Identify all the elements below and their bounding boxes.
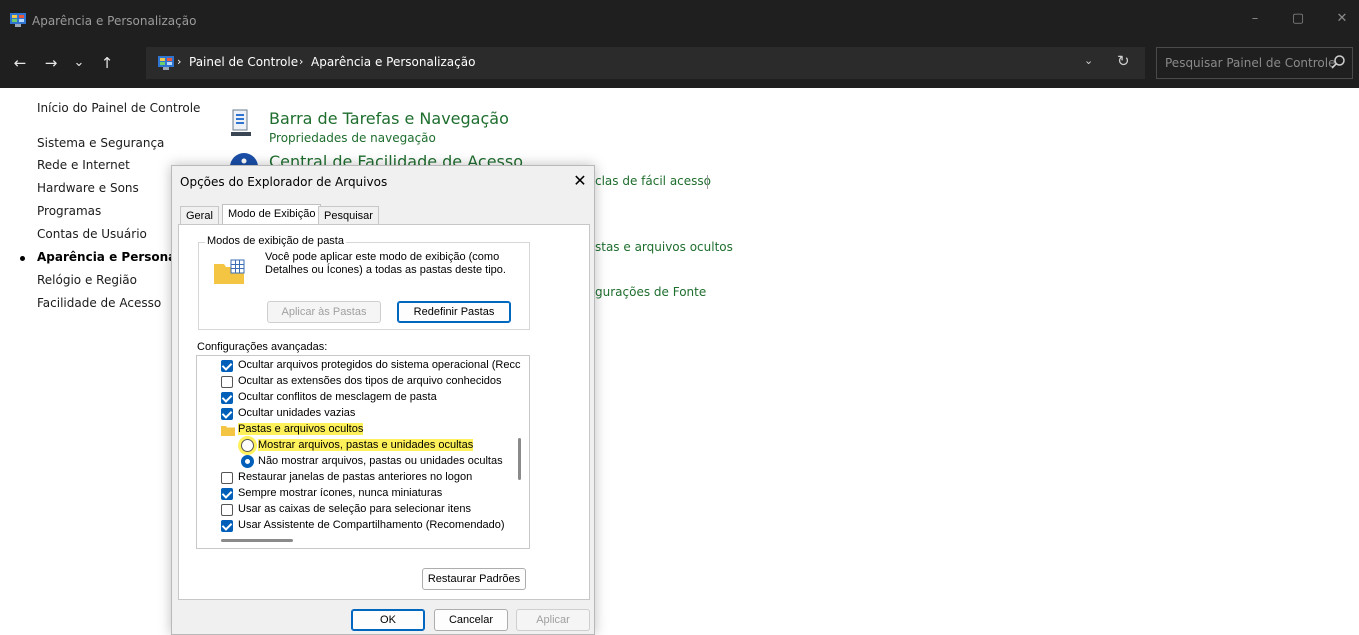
- font-settings-link[interactable]: gurações de Fonte: [595, 285, 706, 299]
- tab-search[interactable]: Pesquisar: [318, 206, 379, 226]
- close-window-button[interactable]: ✕: [1327, 8, 1357, 30]
- folder-views-description-2: Detalhes ou Ícones) a todas as pastas de…: [265, 264, 506, 276]
- forward-button[interactable]: →: [40, 52, 62, 74]
- control-panel-icon: [10, 13, 26, 27]
- list-item[interactable]: Sempre mostrar ícones, nunca miniaturas: [197, 486, 513, 502]
- folder-views-description-1: Você pode aplicar este modo de exibição …: [265, 251, 500, 263]
- vertical-scrollbar[interactable]: [518, 438, 521, 480]
- control-panel-icon: [158, 56, 174, 70]
- horizontal-scrollbar[interactable]: [221, 539, 293, 542]
- list-item[interactable]: Usar as caixas de seleção para seleciona…: [197, 502, 513, 518]
- apply-button[interactable]: Aplicar: [516, 609, 590, 631]
- sidebar-item-appearance[interactable]: Aparência e Personalização: [37, 250, 175, 264]
- taskbar-icon: [231, 109, 251, 136]
- checkbox-checked[interactable]: [221, 488, 233, 500]
- list-item-label: Ocultar unidades vazias: [238, 407, 356, 419]
- dialog-close-button[interactable]: ✕: [569, 170, 591, 192]
- breadcrumb-separator: ›: [299, 55, 304, 68]
- checkbox-checked[interactable]: [221, 392, 233, 404]
- sidebar-item-system-security[interactable]: Sistema e Segurança: [37, 136, 164, 150]
- list-item[interactable]: Restaurar janelas de pastas anteriores n…: [197, 470, 513, 486]
- radio-selected[interactable]: [241, 455, 254, 468]
- breadcrumb-control-panel[interactable]: Painel de Controle: [189, 55, 298, 69]
- list-item-label: Mostrar arquivos, pastas e unidades ocul…: [258, 439, 474, 451]
- folder-view-icon: [214, 259, 245, 284]
- search-input[interactable]: Pesquisar Painel de Controle: [1165, 56, 1335, 70]
- hidden-files-link[interactable]: stas e arquivos ocultos: [595, 240, 733, 254]
- address-bar[interactable]: › Painel de Controle › Aparência e Perso…: [146, 47, 1145, 79]
- search-box[interactable]: Pesquisar Painel de Controle: [1156, 47, 1353, 79]
- refresh-button[interactable]: ↻: [1117, 52, 1130, 70]
- restore-defaults-button[interactable]: Restaurar Padrões: [422, 568, 526, 590]
- list-item[interactable]: Ocultar as extensões dos tipos de arquiv…: [197, 374, 513, 390]
- checkbox-checked[interactable]: [221, 408, 233, 420]
- sidebar-item-user-accounts[interactable]: Contas de Usuário: [37, 227, 147, 241]
- link-separator: [707, 175, 708, 189]
- address-dropdown-icon[interactable]: ⌄: [1084, 54, 1093, 67]
- list-item[interactable]: Ocultar conflitos de mesclagem de pasta: [197, 390, 513, 406]
- cancel-button[interactable]: Cancelar: [434, 609, 508, 631]
- sidebar-item-home[interactable]: Início do Painel de Controle: [37, 101, 200, 115]
- navigation-bar: ← → ⌄ ↑ › Painel de Controle › Aparência…: [0, 40, 1359, 88]
- list-item-label: Restaurar janelas de pastas anteriores n…: [238, 471, 473, 483]
- reset-folders-button[interactable]: Redefinir Pastas: [397, 301, 511, 323]
- window-title: Aparência e Personalização: [32, 14, 197, 28]
- checkbox-unchecked[interactable]: [221, 376, 233, 388]
- sidebar-item-programs[interactable]: Programas: [37, 204, 101, 218]
- ease-keys-link[interactable]: clas de fácil acesso: [595, 174, 711, 188]
- sidebar-item-hardware[interactable]: Hardware e Sons: [37, 181, 139, 195]
- list-item-label: Usar as caixas de seleção para seleciona…: [238, 503, 471, 515]
- sidebar-item-ease-of-access[interactable]: Facilidade de Acesso: [37, 296, 161, 310]
- title-bar: Aparência e Personalização – ▢ ✕: [0, 0, 1359, 40]
- list-item-label: Usar Assistente de Compartilhamento (Rec…: [238, 519, 505, 531]
- sidebar: Início do Painel de Controle Sistema e S…: [0, 88, 200, 635]
- active-bullet-icon: [20, 256, 25, 261]
- folder-icon: [221, 426, 235, 436]
- list-item-label: Ocultar conflitos de mesclagem de pasta: [238, 391, 437, 403]
- list-item-label: Pastas e arquivos ocultos: [238, 423, 364, 435]
- dialog-title: Opções do Explorador de Arquivos: [180, 175, 388, 189]
- back-button[interactable]: ←: [9, 52, 31, 74]
- list-item-label: Ocultar as extensões dos tipos de arquiv…: [238, 375, 502, 387]
- ok-button[interactable]: OK: [351, 609, 425, 631]
- list-item-label: Não mostrar arquivos, pastas ou unidades…: [258, 455, 503, 467]
- minimize-button[interactable]: –: [1240, 8, 1270, 30]
- taskbar-navigation-title[interactable]: Barra de Tarefas e Navegação: [269, 109, 509, 128]
- checkbox-unchecked[interactable]: [221, 504, 233, 516]
- advanced-settings-label: Configurações avançadas:: [197, 341, 328, 353]
- maximize-button[interactable]: ▢: [1283, 8, 1313, 30]
- sidebar-item-network[interactable]: Rede e Internet: [37, 158, 130, 172]
- list-item[interactable]: Não mostrar arquivos, pastas ou unidades…: [197, 454, 513, 470]
- list-item-label: Ocultar arquivos protegidos do sistema o…: [238, 359, 521, 371]
- file-explorer-options-dialog: Opções do Explorador de Arquivos ✕ Geral…: [171, 165, 595, 635]
- checkbox-unchecked[interactable]: [221, 472, 233, 484]
- checkbox-checked[interactable]: [221, 520, 233, 532]
- list-item[interactable]: Ocultar unidades vazias: [197, 406, 513, 422]
- list-item-label: Sempre mostrar ícones, nunca miniaturas: [238, 487, 443, 499]
- checkbox-checked[interactable]: [221, 360, 233, 372]
- ease-of-access-title[interactable]: Central de Facilidade de Acesso: [269, 152, 523, 165]
- breadcrumb-appearance[interactable]: Aparência e Personalização: [311, 55, 475, 69]
- radio-unselected[interactable]: [241, 439, 254, 452]
- list-item[interactable]: Pastas e arquivos ocultos: [197, 422, 513, 438]
- folder-views-label: Modos de exibição de pasta: [205, 235, 346, 247]
- apply-to-folders-button[interactable]: Aplicar às Pastas: [267, 301, 381, 323]
- sidebar-item-clock-region[interactable]: Relógio e Região: [37, 273, 137, 287]
- search-icon[interactable]: [1330, 54, 1346, 70]
- tab-view[interactable]: Modo de Exibição: [222, 204, 322, 226]
- recent-locations-button[interactable]: ⌄: [68, 52, 90, 74]
- up-button[interactable]: ↑: [96, 52, 118, 74]
- navigation-properties-link[interactable]: Propriedades de navegação: [269, 131, 436, 145]
- list-item[interactable]: Usar Assistente de Compartilhamento (Rec…: [197, 518, 513, 534]
- list-item[interactable]: Mostrar arquivos, pastas e unidades ocul…: [197, 438, 513, 454]
- advanced-settings-list[interactable]: Ocultar arquivos protegidos do sistema o…: [196, 355, 530, 549]
- list-item[interactable]: Ocultar arquivos protegidos do sistema o…: [197, 358, 520, 374]
- tab-general[interactable]: Geral: [180, 206, 219, 226]
- breadcrumb-separator: ›: [177, 55, 182, 68]
